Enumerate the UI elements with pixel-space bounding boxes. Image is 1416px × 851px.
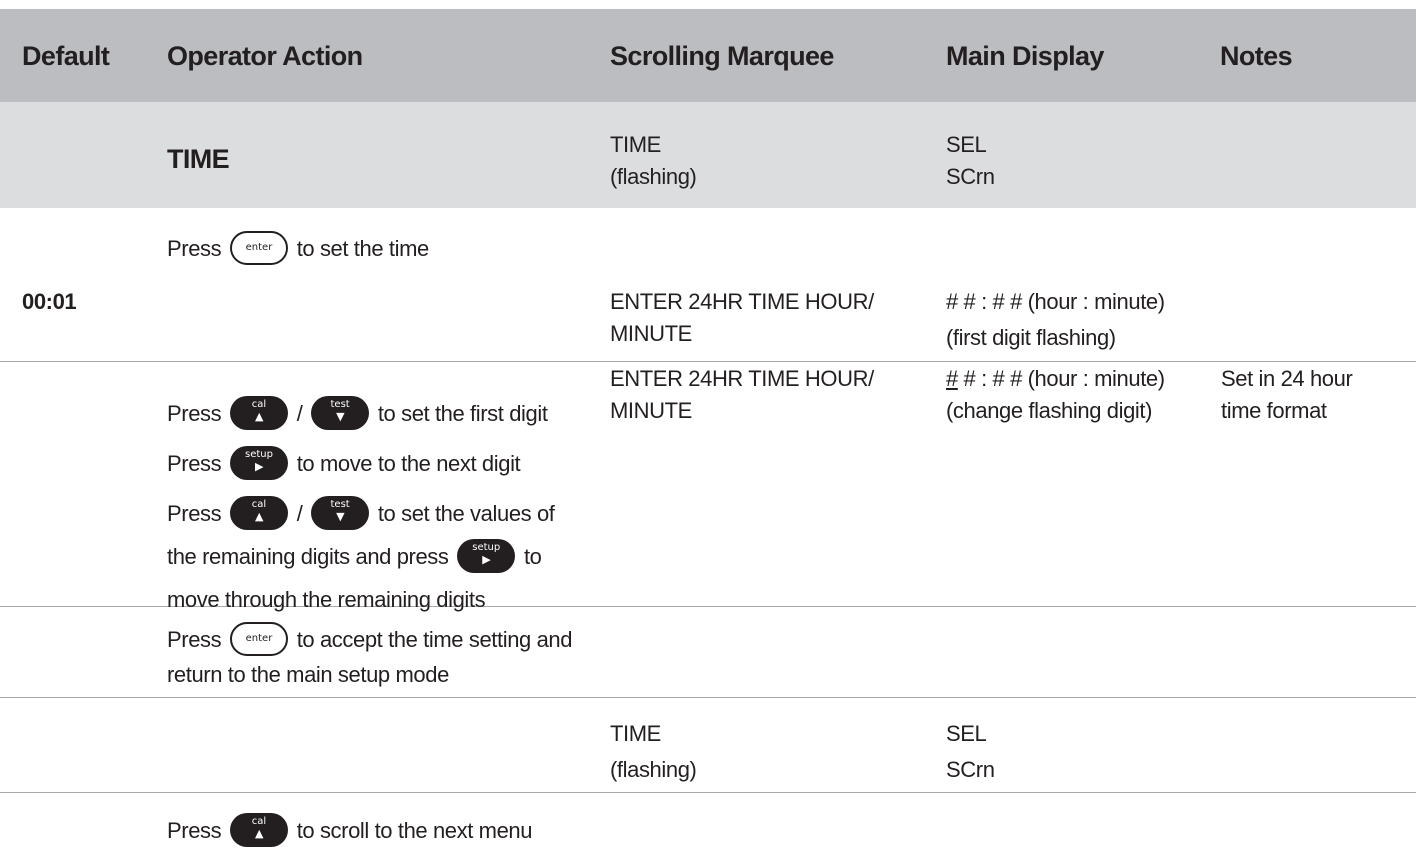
row-notes: Set in 24 hour time format xyxy=(1221,363,1353,427)
cal-up-key-icon: cal ▲ xyxy=(229,813,288,848)
right-arrow-icon: ▶ xyxy=(482,553,491,567)
table-row: Press cal ▲ / test ▼ to set the first digi… xyxy=(0,362,1416,612)
down-arrow-icon: ▼ xyxy=(336,410,345,424)
key-label: enter xyxy=(245,633,273,645)
setup-right-key-icon: setup ▶ xyxy=(457,539,516,574)
marquee-line-2: MINUTE xyxy=(610,398,692,423)
row-marquee: ENTER 24HR TIME HOUR/ MINUTE xyxy=(610,286,874,350)
action-text: to move to the next digit xyxy=(296,451,521,476)
action-text: to scroll to the next menu xyxy=(296,818,533,843)
row-display: SEL SCrn xyxy=(946,716,995,788)
section-marquee: TIME (flashing) xyxy=(610,129,697,193)
section-title: TIME xyxy=(167,144,230,174)
action-text: to set the time xyxy=(296,236,430,261)
marquee-line-1: ENTER 24HR TIME HOUR/ xyxy=(610,366,874,391)
action-text: / xyxy=(296,501,303,526)
notes-line-2: time format xyxy=(1221,398,1327,423)
action-text: return to the main setup mode xyxy=(167,662,449,687)
section-display-line-1: SEL xyxy=(946,132,987,157)
down-arrow-icon: ▼ xyxy=(336,510,345,524)
flashing-digit: # xyxy=(946,366,958,391)
display-rest: # : # # (hour : minute) xyxy=(957,366,1166,391)
header-default: Default xyxy=(22,41,110,71)
row-action: Press enter to accept the time setting a… xyxy=(167,621,572,691)
row-action: Press cal ▲ / test ▼ to set the first digi… xyxy=(167,389,555,612)
row-display: # # : # # (hour : minute) (first digit f… xyxy=(946,286,1165,354)
marquee-line-1: TIME xyxy=(610,721,661,746)
section-display-line-2: SCrn xyxy=(946,164,995,189)
action-text: / xyxy=(296,401,303,426)
setup-right-key-icon: setup ▶ xyxy=(229,446,288,481)
action-text: Press xyxy=(167,401,222,426)
test-down-key-icon: test ▼ xyxy=(311,396,370,431)
table-header: Default Operator Action Scrolling Marque… xyxy=(0,9,1416,102)
display-line-1: # # : # # (hour : minute) xyxy=(946,363,1165,395)
key-label: enter xyxy=(245,242,273,254)
display-line-1: SEL xyxy=(946,721,987,746)
test-down-key-icon: test ▼ xyxy=(311,496,370,531)
action-text: Press xyxy=(167,501,222,526)
top-margin xyxy=(0,0,1416,9)
action-text: the remaining digits and press xyxy=(167,544,449,569)
row-marquee: ENTER 24HR TIME HOUR/ MINUTE xyxy=(610,363,874,427)
display-line-2: (first digit flashing) xyxy=(946,325,1116,350)
section-row-time: TIME TIME (flashing) SEL SCrn xyxy=(0,102,1416,208)
action-text: Press xyxy=(167,236,222,261)
action-text: move through the remaining digits xyxy=(167,587,486,612)
notes-line-1: Set in 24 hour xyxy=(1221,366,1353,391)
display-line-2: (change flashing digit) xyxy=(946,398,1153,423)
row-display: # # : # # (hour : minute) (change flashi… xyxy=(946,363,1165,427)
section-display: SEL SCrn xyxy=(946,129,995,193)
table-row: Press cal ▲ to scroll to the next menu xyxy=(0,793,1416,851)
enter-key-icon: enter xyxy=(229,622,288,657)
cal-up-key-icon: cal ▲ xyxy=(229,396,288,431)
display-line-1: # # : # # (hour : minute) xyxy=(946,289,1165,314)
action-text: Press xyxy=(167,451,222,476)
row-marquee: TIME (flashing) xyxy=(610,716,697,788)
up-arrow-icon: ▲ xyxy=(254,510,263,524)
enter-key-icon: enter xyxy=(229,231,288,266)
section-marquee-line-1: TIME xyxy=(610,132,661,157)
action-text: to xyxy=(523,544,542,569)
up-arrow-icon: ▲ xyxy=(254,410,263,424)
table-row: TIME (flashing) SEL SCrn xyxy=(0,698,1416,793)
right-arrow-icon: ▶ xyxy=(254,460,263,474)
header-notes: Notes xyxy=(1220,41,1293,71)
action-text: to set the first digit xyxy=(377,401,548,426)
table-row: Press enter to set the time xyxy=(0,208,1416,288)
table-row: Press enter to accept the time setting a… xyxy=(0,607,1416,698)
action-text: to accept the time setting and xyxy=(296,627,573,652)
row-default: 00:01 xyxy=(22,289,77,314)
action-text: Press xyxy=(167,627,222,652)
section-marquee-line-2: (flashing) xyxy=(610,164,697,189)
header-main-display: Main Display xyxy=(946,41,1104,71)
display-line-2: SCrn xyxy=(946,757,995,782)
marquee-line-2: (flashing) xyxy=(610,757,697,782)
row-action: Press cal ▲ to scroll to the next menu xyxy=(167,813,533,848)
header-operator-action: Operator Action xyxy=(167,41,363,71)
procedure-table: Default Operator Action Scrolling Marque… xyxy=(0,0,1416,851)
header-scrolling-marquee: Scrolling Marquee xyxy=(610,41,834,71)
up-arrow-icon: ▲ xyxy=(254,827,263,841)
action-text: to set the values of xyxy=(377,501,555,526)
action-text: Press xyxy=(167,818,222,843)
cal-up-key-icon: cal ▲ xyxy=(229,496,288,531)
table-row: 00:01 ENTER 24HR TIME HOUR/ MINUTE # # :… xyxy=(0,288,1416,362)
marquee-line-1: ENTER 24HR TIME HOUR/ xyxy=(610,289,874,314)
marquee-line-2: MINUTE xyxy=(610,321,692,346)
row-action: Press enter to set the time xyxy=(167,231,430,266)
